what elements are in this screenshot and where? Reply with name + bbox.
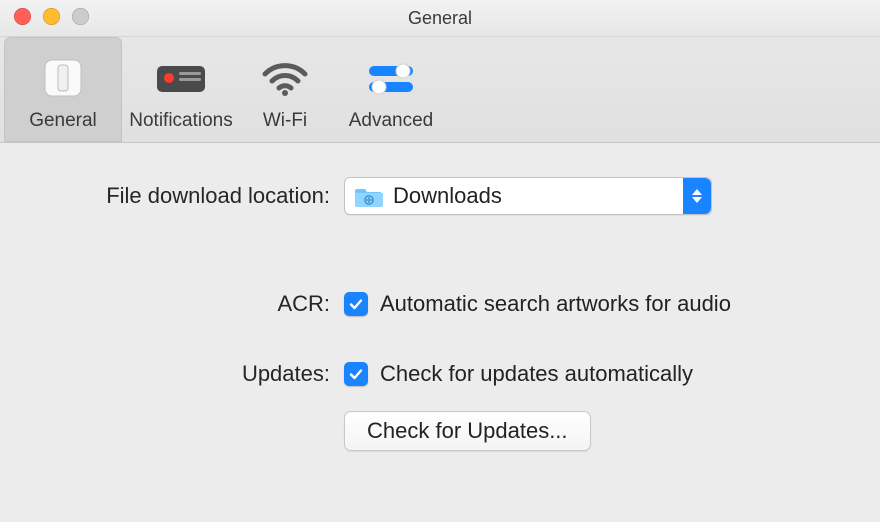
row-updates: Updates: Check for updates automatically — [30, 361, 850, 387]
zoom-icon[interactable] — [72, 8, 89, 25]
folder-icon — [355, 185, 383, 207]
notifications-icon — [153, 56, 209, 100]
titlebar: General — [0, 0, 880, 37]
popup-chevrons-icon — [683, 178, 711, 214]
window-controls — [14, 8, 89, 25]
tab-label: General — [29, 110, 97, 132]
tab-general[interactable]: General — [4, 37, 122, 142]
download-location-value: Downloads — [393, 183, 502, 209]
updates-checkbox[interactable] — [344, 362, 368, 386]
download-location-popup[interactable]: Downloads — [344, 177, 712, 215]
row-check-updates: Check for Updates... — [30, 405, 850, 451]
tab-label: Advanced — [349, 110, 434, 132]
updates-checkbox-label: Check for updates automatically — [380, 361, 693, 387]
acr-checkbox-label: Automatic search artworks for audio — [380, 291, 731, 317]
tab-wifi[interactable]: Wi-Fi — [240, 37, 330, 142]
settings-pane: File download location: Downloads ACR: — [0, 143, 880, 489]
wifi-icon — [261, 56, 309, 100]
tab-notifications[interactable]: Notifications — [122, 37, 240, 142]
general-icon — [41, 56, 85, 100]
tab-advanced[interactable]: Advanced — [330, 37, 452, 142]
row-acr: ACR: Automatic search artworks for audio — [30, 291, 850, 317]
tab-label: Wi-Fi — [263, 110, 307, 132]
row-download-location: File download location: Downloads — [30, 177, 850, 215]
updates-label: Updates: — [30, 361, 344, 387]
toolbar: General Notifications Wi-Fi — [0, 37, 880, 143]
acr-label: ACR: — [30, 291, 344, 317]
close-icon[interactable] — [14, 8, 31, 25]
acr-checkbox[interactable] — [344, 292, 368, 316]
window-title: General — [408, 8, 472, 29]
check-for-updates-button[interactable]: Check for Updates... — [344, 411, 591, 451]
advanced-icon — [363, 56, 419, 100]
download-location-label: File download location: — [30, 183, 344, 209]
tab-label: Notifications — [129, 110, 233, 132]
minimize-icon[interactable] — [43, 8, 60, 25]
